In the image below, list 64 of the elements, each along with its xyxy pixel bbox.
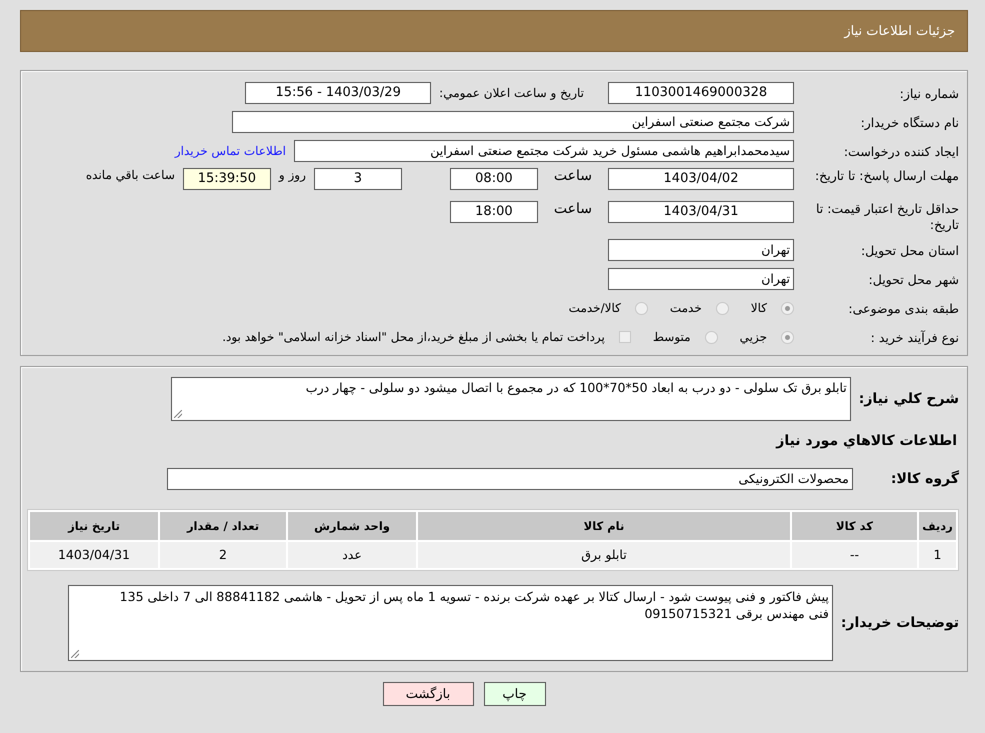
field-label: شهر محل تحویل: — [868, 272, 959, 286]
radio-label: خدمت — [670, 301, 702, 315]
section-title: اطلاعات كالاهاي مورد نياز — [776, 433, 957, 449]
resize-grip-icon[interactable] — [174, 410, 182, 418]
time-field: 08:00 — [450, 168, 538, 190]
goods-group-field: محصولات الکترونیکی — [166, 468, 853, 490]
column-header: واحد شمارش — [288, 512, 416, 540]
column-header: تعداد / مقدار — [160, 512, 286, 540]
time-field: 18:00 — [450, 201, 538, 223]
need-number-field: 1103001469000328 — [608, 82, 794, 104]
field-label: تاریخ و ساعت اعلان عمومي: — [439, 86, 584, 100]
field-label: استان محل تحویل: — [860, 242, 959, 258]
note-line: فنی مهندس برقی 09150715321 — [644, 605, 829, 622]
table-cell: 1 — [919, 542, 956, 568]
date-field: 1403/04/31 — [608, 201, 794, 223]
time-label: ساعت — [554, 168, 592, 184]
radio-button[interactable] — [716, 302, 729, 314]
table-cell: 1403/04/31 — [30, 542, 158, 568]
days-field: 3 — [314, 168, 402, 190]
radio-button[interactable] — [781, 330, 794, 344]
resize-grip-icon[interactable] — [70, 650, 79, 658]
field-label: مهلت ارسال پاسخ: تا تاریخ: — [814, 168, 959, 184]
remaining-label: ساعت باقي مانده — [86, 168, 175, 182]
table-cell: -- — [792, 542, 917, 568]
table-cell: تابلو برق — [418, 542, 790, 568]
field-label: ایجاد کننده درخواست: — [842, 144, 959, 158]
field-label: نام دستگاه خریدار: — [860, 114, 959, 130]
checkbox[interactable] — [618, 331, 631, 343]
province-field: تهران — [608, 239, 794, 261]
field-label: نوع فرآیند خرید : — [870, 330, 959, 344]
date-field: 1403/04/02 — [608, 168, 794, 190]
action-button[interactable]: بازگشت — [382, 682, 474, 706]
description-field: تابلو برق تک سلولی - دو درب به ابعاد 50*70*100 که در مجموع با اتصال میشود دو سلولی - چهار درب — [170, 377, 851, 421]
radio-label: متوسط — [652, 330, 691, 344]
radio-label: جزيي — [740, 330, 767, 344]
field-label: شرح كلي نياز: — [858, 390, 959, 409]
action-button[interactable]: چاپ — [484, 682, 546, 706]
payment-note: پرداخت تمام یا بخشی از مبلغ خرید،از محل "اسناد خزانه اسلامی" خواهد بود. — [222, 330, 605, 344]
column-header: نام کالا — [418, 512, 790, 540]
field-label: حداقل تاریخ اعتبار قیمت: تا تاریخ: — [814, 201, 959, 233]
field-label: شماره نیاز: — [898, 86, 959, 100]
table-cell: 2 — [160, 542, 286, 568]
radio-label: کالا — [750, 301, 767, 315]
buyer-field: شرکت مجتمع صنعتی اسفراین — [232, 111, 794, 133]
buyer-contact-link[interactable]: اطلاعات تماس خریدار — [174, 144, 286, 158]
radio-button[interactable] — [781, 302, 794, 314]
radio-label: کالا/خدمت — [568, 301, 621, 315]
city-field: تهران — [608, 268, 794, 290]
note-line: پیش فاکتور و فنی پیوست شود - ارسال کتالا بر عهده شرکت برنده - تسویه 1 ماه پس از تحویل - هاشمی 88841182 الی 7 داخلی 135 — [120, 588, 829, 605]
field-label: طبقه بندی موضوعی: — [847, 300, 959, 316]
remaining-time-field: 15:39:50 — [182, 168, 271, 190]
table-cell: عدد — [288, 542, 416, 568]
days-label: روز و — [278, 168, 306, 182]
column-header: ردیف — [919, 512, 956, 540]
column-header: کد کالا — [792, 512, 917, 540]
column-header: تاریخ نیاز — [30, 512, 158, 540]
radio-button[interactable] — [634, 302, 648, 314]
creator-field: سیدمحمدابراهیم هاشمی مسئول خرید شرکت مجتمع صنعتی اسفراین — [294, 140, 794, 162]
time-label: ساعت — [554, 201, 592, 217]
announce-date-field: 1403/03/29 - 15:56 — [245, 82, 432, 104]
field-label: توضیحات خریدار: — [840, 614, 959, 633]
field-label: گروه کالا: — [890, 469, 959, 489]
page-title: جزئیات اطلاعات نیاز — [844, 24, 955, 38]
radio-button[interactable] — [704, 330, 718, 344]
